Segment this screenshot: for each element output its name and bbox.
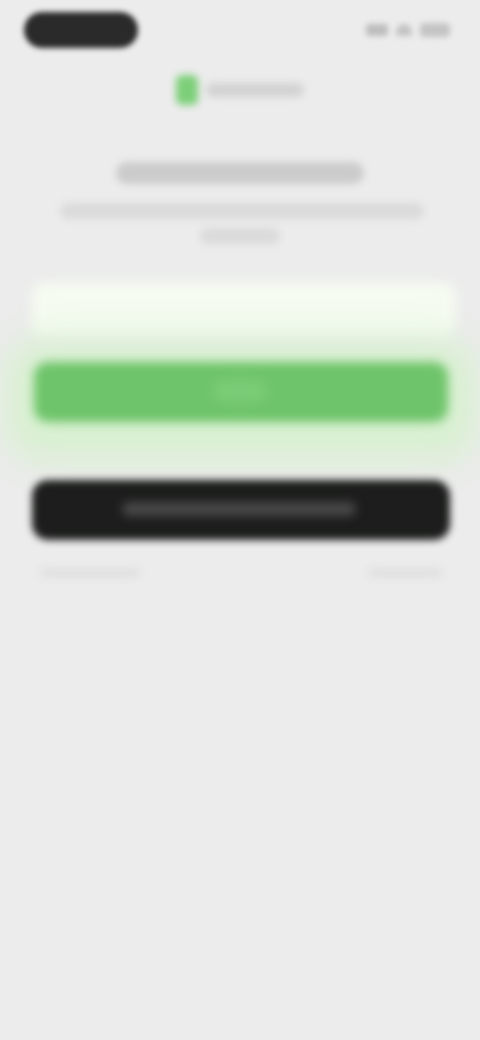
brand-logo-icon xyxy=(176,75,198,105)
status-icons xyxy=(354,20,450,40)
battery-icon xyxy=(420,23,450,37)
signal-icon xyxy=(366,24,388,36)
brand-logo xyxy=(176,70,304,110)
app-screen xyxy=(0,0,480,1040)
footer-link-left[interactable] xyxy=(40,568,140,578)
wifi-icon xyxy=(396,24,412,36)
footer-link-right[interactable] xyxy=(368,568,442,578)
status-bar xyxy=(0,0,480,62)
status-time-pill xyxy=(24,12,138,48)
brand-name xyxy=(206,83,304,97)
page-subtitle xyxy=(60,203,424,219)
primary-button-label xyxy=(212,380,268,402)
primary-input[interactable] xyxy=(32,282,456,338)
page-title xyxy=(116,162,364,184)
secondary-button-label xyxy=(122,502,356,516)
page-subtitle-line-2 xyxy=(200,228,280,244)
divider xyxy=(34,452,448,460)
